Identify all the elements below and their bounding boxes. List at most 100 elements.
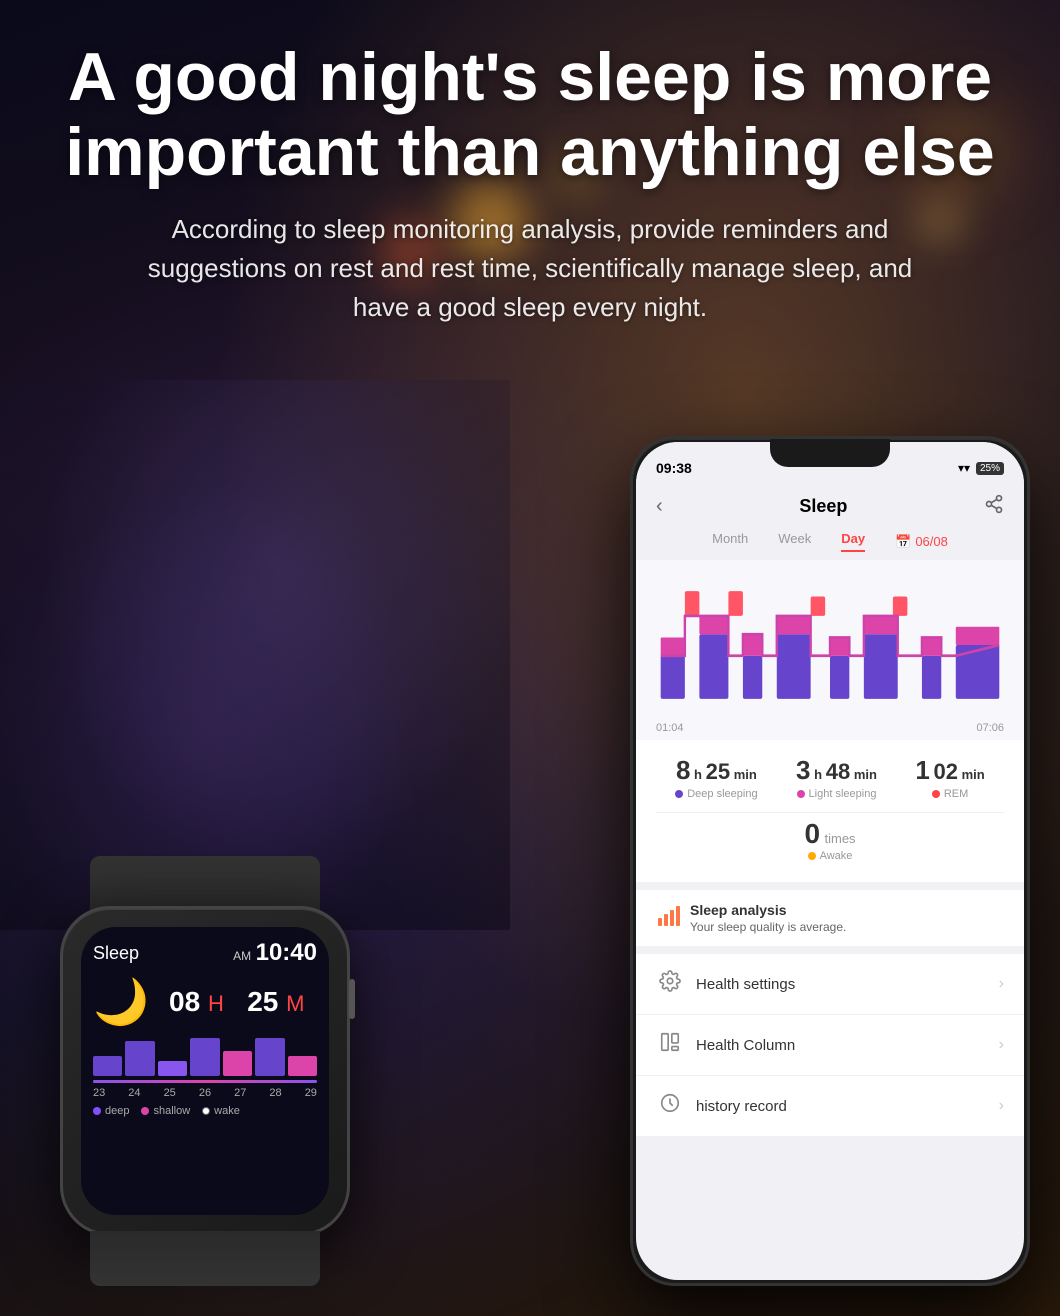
stat-dot-rem: [932, 790, 940, 798]
watch-header: Sleep AM 10:40: [93, 939, 317, 967]
watch-h-label: H: [208, 991, 224, 1016]
stat-deep-sleep: 8 h 25 min Deep sleeping: [675, 755, 757, 800]
nav-share-button[interactable]: [984, 494, 1004, 519]
stat-light-sleep: 3 h 48 min Light sleeping: [796, 755, 877, 800]
analysis-description: Your sleep quality is average.: [690, 920, 846, 934]
stat-dot-awake: [808, 852, 816, 860]
moon-icon: 🌙: [93, 975, 149, 1028]
awake-label-text: Awake: [820, 850, 853, 862]
watch-bar-2: [125, 1041, 154, 1076]
nav-back-button[interactable]: ‹: [656, 495, 663, 518]
sleep-chart-svg: [651, 575, 1009, 715]
legend-dot-deep: [93, 1107, 101, 1115]
header-section: A good night's sleep is more important t…: [0, 0, 1060, 347]
watch-num-25: 25: [164, 1087, 176, 1099]
tab-week[interactable]: Week: [778, 531, 811, 552]
legend-label-shallow: shallow: [153, 1105, 190, 1117]
health-settings-icon: [656, 970, 684, 998]
status-time: 09:38: [656, 460, 692, 476]
menu-arrow-history-record: ›: [999, 1097, 1004, 1115]
watch-num-23: 23: [93, 1087, 105, 1099]
stat-deep-min-unit: min: [734, 767, 757, 782]
watch-band-top: [90, 856, 320, 911]
watch-am-pm: AM: [233, 949, 251, 963]
stat-rem-min-unit: min: [962, 767, 985, 782]
smartwatch-container: Sleep AM 10:40 🌙 08 H 25 M: [60, 906, 350, 1236]
stat-deep-h-unit: h: [694, 767, 702, 782]
watch-bar-7: [288, 1056, 317, 1076]
stat-deep-value: 8 h 25 min: [675, 755, 757, 786]
stat-rem-minutes: 02: [934, 759, 958, 784]
legend-label-wake: wake: [214, 1105, 240, 1117]
battery-display: 25%: [976, 462, 1004, 475]
menu-label-health-column: Health Column: [696, 1037, 987, 1054]
legend-wake: wake: [202, 1105, 240, 1117]
stat-rem-text: REM: [944, 788, 968, 800]
stat-deep-minutes: 25: [706, 759, 730, 784]
awake-section: 0 times Awake: [656, 812, 1004, 867]
watch-bar-1: [93, 1056, 122, 1076]
menu-label-health-settings: Health settings: [696, 976, 987, 993]
phone-notch: [770, 439, 890, 467]
legend-shallow: shallow: [141, 1105, 190, 1117]
stat-light-value: 3 h 48 min: [796, 755, 877, 786]
smartphone-body: 09:38 ▾▾ 25% ‹ Sleep: [630, 436, 1030, 1286]
chart-time-end: 07:06: [976, 722, 1004, 734]
stat-rem-value: 1 02 min: [915, 755, 984, 786]
menu-arrow-health-settings: ›: [999, 975, 1004, 993]
analysis-text: Sleep analysis Your sleep quality is ave…: [690, 902, 846, 934]
status-icons: ▾▾ 25%: [958, 461, 1004, 475]
menu-label-history-record: history record: [696, 1098, 987, 1115]
watch-num-28: 28: [269, 1087, 281, 1099]
stat-light-text: Light sleeping: [809, 788, 877, 800]
stat-dot-light: [797, 790, 805, 798]
watch-sleep-label: Sleep: [93, 943, 139, 964]
legend-label-deep: deep: [105, 1105, 129, 1117]
watch-chart-line: [93, 1080, 317, 1083]
menu-item-health-settings[interactable]: Health settings ›: [636, 954, 1024, 1015]
legend-dot-wake: [202, 1107, 210, 1115]
watch-num-27: 27: [234, 1087, 246, 1099]
stat-light-h-unit: h: [814, 767, 822, 782]
stats-row-main: 8 h 25 min Deep sleeping: [656, 755, 1004, 800]
watch-num-29: 29: [305, 1087, 317, 1099]
stat-rem-hours: 1: [915, 755, 929, 785]
watch-crown-button[interactable]: [349, 979, 355, 1019]
chart-time-start: 01:04: [656, 722, 684, 734]
stat-deep-text: Deep sleeping: [687, 788, 757, 800]
watch-bar-numbers: 23 24 25 26 27 28 29: [93, 1087, 317, 1099]
stat-deep-label: Deep sleeping: [675, 788, 757, 800]
phone-tabs: Month Week Day 📅 06/08: [636, 527, 1024, 560]
stat-rem-label: REM: [915, 788, 984, 800]
chart-time-labels: 01:04 07:06: [651, 722, 1009, 734]
awake-unit: times: [824, 831, 855, 846]
smartwatch-body: Sleep AM 10:40 🌙 08 H 25 M: [60, 906, 350, 1236]
page-content: A good night's sleep is more important t…: [0, 0, 1060, 1316]
tab-date[interactable]: 📅 06/08: [895, 531, 948, 552]
stat-light-hours: 3: [796, 755, 810, 785]
watch-bar-6: [255, 1038, 284, 1076]
watch-hours: 08: [169, 986, 200, 1017]
tab-day[interactable]: Day: [841, 531, 865, 552]
watch-legend: deep shallow wake: [93, 1105, 317, 1117]
stat-light-minutes: 48: [826, 759, 850, 784]
stat-light-label: Light sleeping: [796, 788, 877, 800]
menu-item-history-record[interactable]: history record ›: [636, 1076, 1024, 1137]
menu-section: Health settings › Health Column ›: [636, 946, 1024, 1137]
sleep-stats: 8 h 25 min Deep sleeping: [636, 740, 1024, 882]
phone-nav: ‹ Sleep: [636, 486, 1024, 527]
watch-moon-section: 🌙 08 H 25 M: [93, 975, 317, 1028]
menu-item-health-column[interactable]: Health Column ›: [636, 1015, 1024, 1076]
tab-date-value: 06/08: [915, 534, 948, 549]
watch-bar-3: [158, 1061, 187, 1076]
tab-month[interactable]: Month: [712, 531, 748, 552]
watch-bar-5: [223, 1051, 252, 1076]
legend-deep: deep: [93, 1105, 129, 1117]
watch-num-26: 26: [199, 1087, 211, 1099]
main-title: A good night's sleep is more important t…: [20, 40, 1040, 190]
watch-bar-4: [190, 1038, 219, 1076]
wifi-icon: ▾▾: [958, 461, 970, 475]
watch-time-display: AM 10:40: [233, 939, 317, 967]
smartphone-container: 09:38 ▾▾ 25% ‹ Sleep: [630, 436, 1030, 1286]
history-record-icon: [656, 1092, 684, 1120]
